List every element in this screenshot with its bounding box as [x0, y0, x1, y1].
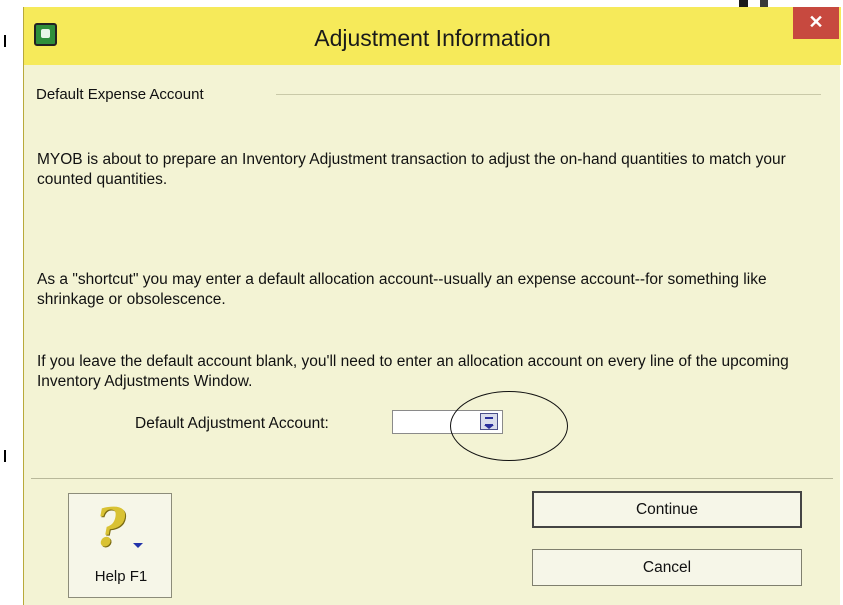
info-paragraph-2: As a "shortcut" you may enter a default … [37, 271, 767, 308]
window-title: Adjustment Information [314, 25, 551, 51]
help-button-label: Help F1 [94, 568, 148, 585]
background-left [0, 0, 23, 605]
dialog-body: Default Expense Account MYOB is about to… [24, 65, 841, 605]
button-divider [31, 478, 833, 479]
background-tick [4, 450, 6, 462]
continue-button[interactable]: Continue [532, 491, 802, 528]
close-button[interactable]: ✕ [793, 7, 839, 39]
question-mark-icon: ? [95, 498, 126, 559]
background-tick [4, 35, 6, 47]
help-button[interactable]: ? Help F1 [68, 493, 172, 598]
group-label: Default Expense Account [36, 86, 204, 103]
dropdown-arrow-icon [133, 543, 143, 548]
annotation-circle [450, 391, 568, 461]
default-account-label: Default Adjustment Account: [135, 415, 329, 432]
info-paragraph-1: MYOB is about to prepare an Inventory Ad… [37, 151, 786, 188]
group-divider [276, 94, 821, 95]
cancel-button[interactable]: Cancel [532, 549, 802, 586]
title-bar[interactable]: Adjustment Information ✕ [24, 7, 841, 65]
adjustment-information-dialog: Adjustment Information ✕ Default Expense… [23, 7, 841, 605]
info-paragraph-3: If you leave the default account blank, … [37, 353, 789, 390]
